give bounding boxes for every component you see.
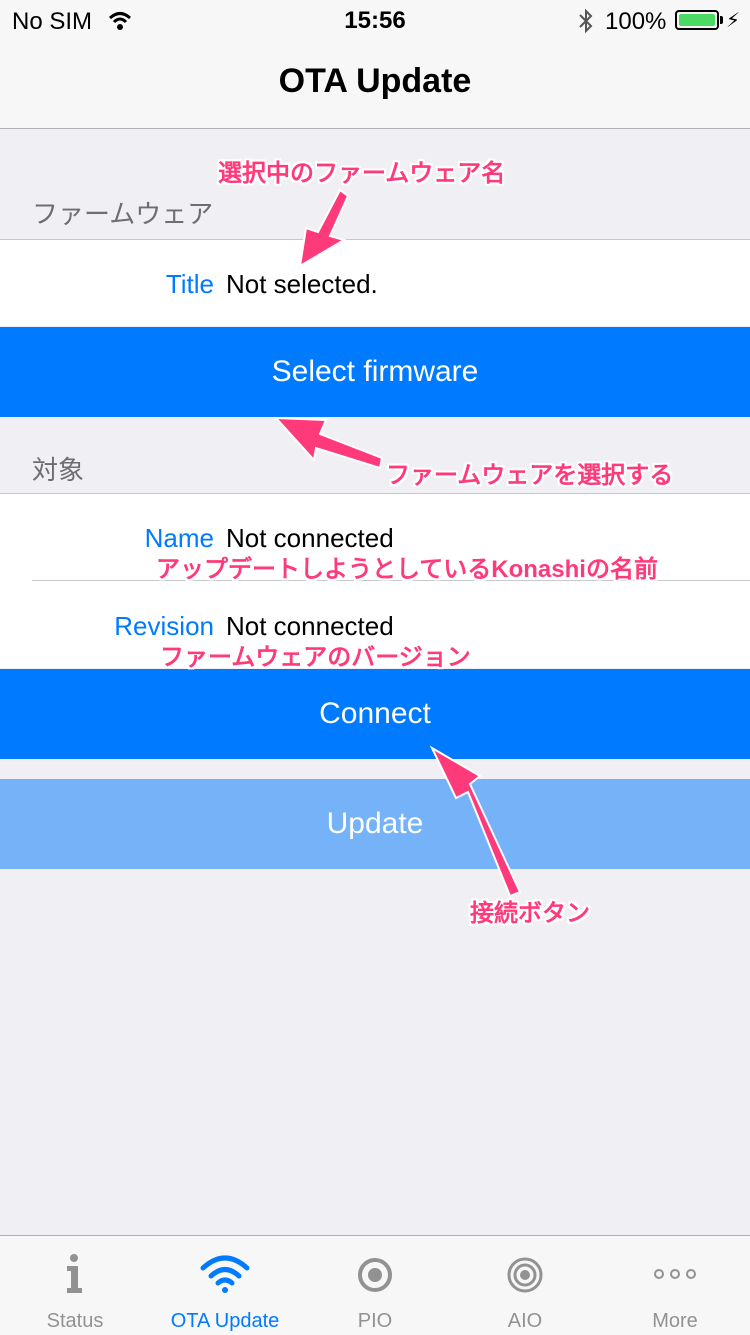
tab-label: PIO <box>357 1310 393 1332</box>
tab-status[interactable]: Status <box>0 1236 150 1335</box>
tab-bar: Status OTA Update PIO AIO More <box>0 1235 750 1335</box>
firmware-section-header: ファームウェア <box>32 199 214 229</box>
annotation-firmware-name: 選択中のファームウェア名 <box>218 160 506 187</box>
annotation-firmware-version: ファームウェアのバージョン <box>160 644 471 671</box>
annotation-select-firmware: ファームウェアを選択する <box>386 462 674 489</box>
title-value: Not selected. <box>226 269 378 299</box>
wifi-icon <box>200 1255 250 1293</box>
tab-label: OTA Update <box>170 1310 280 1332</box>
annotation-arrow <box>273 416 384 470</box>
annotation-connect-button: 接続ボタン <box>470 900 590 927</box>
battery-percent: 100% <box>605 8 667 35</box>
tab-label: AIO <box>507 1310 543 1332</box>
battery-tip <box>720 16 723 24</box>
charging-icon: ⚡ <box>726 10 741 32</box>
tab-pio[interactable]: PIO <box>300 1236 450 1335</box>
update-button[interactable]: Update <box>0 779 750 869</box>
select-firmware-button[interactable]: Select firmware <box>0 327 750 417</box>
tab-label: Status <box>46 1310 104 1332</box>
aio-icon <box>507 1257 543 1293</box>
bluetooth-icon <box>579 8 593 34</box>
title-label: Title <box>165 269 214 299</box>
more-icon <box>654 1269 696 1279</box>
tab-ota-update[interactable]: OTA Update <box>150 1236 300 1335</box>
info-icon <box>67 1254 82 1293</box>
page-title: OTA Update <box>278 62 472 100</box>
tab-label: More <box>652 1310 698 1332</box>
connect-button[interactable]: Connect <box>0 669 750 759</box>
tab-more[interactable]: More <box>600 1236 750 1335</box>
pio-icon <box>358 1258 392 1292</box>
annotation-konashi-name: アップデートしようとしているKonashiの名前 <box>156 556 658 583</box>
tab-aio[interactable]: AIO <box>450 1236 600 1335</box>
target-section-header: 対象 <box>32 455 85 485</box>
battery-icon <box>675 10 719 30</box>
